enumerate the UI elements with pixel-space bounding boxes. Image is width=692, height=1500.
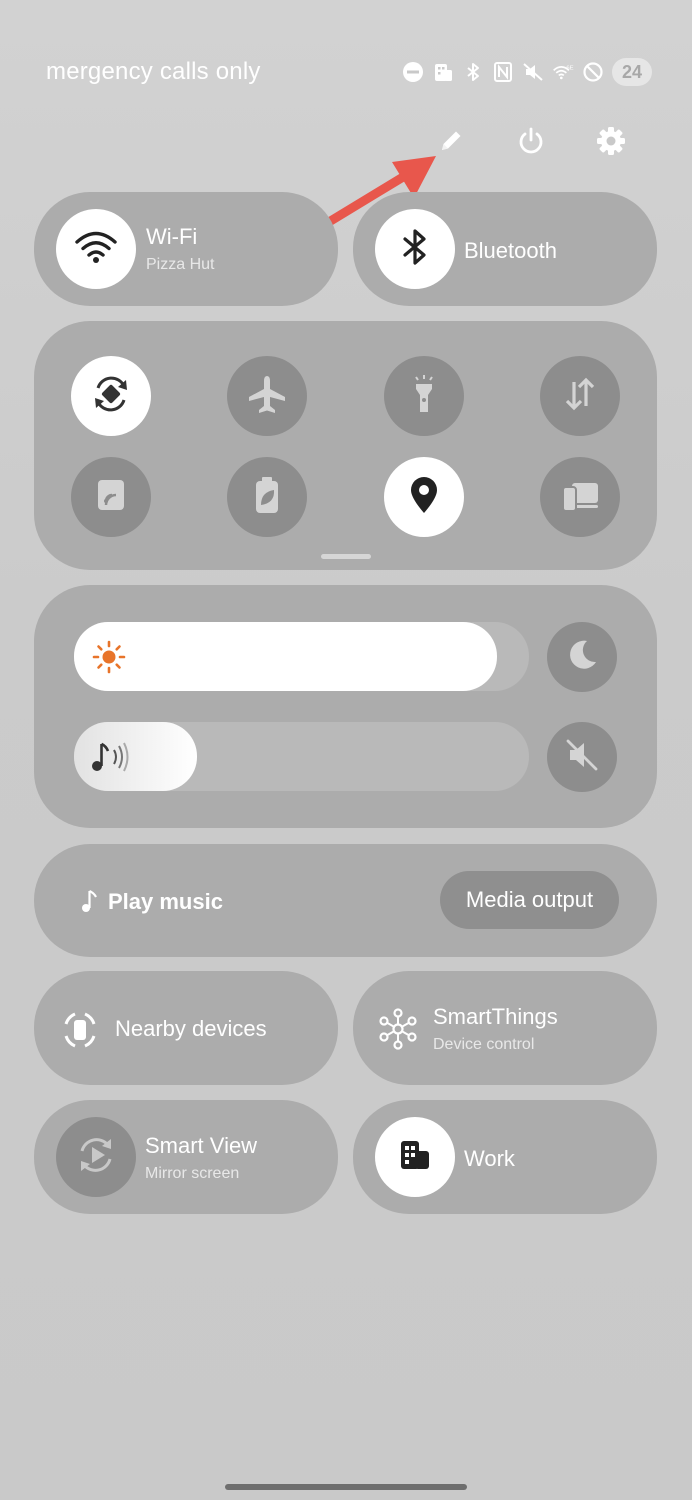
media-output-button[interactable]: Media output xyxy=(440,871,619,929)
wifi-network-name: Pizza Hut xyxy=(146,256,215,273)
speaker-muted-icon xyxy=(564,737,600,778)
dnd-icon xyxy=(402,61,424,83)
work-profile-icon xyxy=(432,61,454,83)
work-title: Work xyxy=(464,1146,515,1171)
bluetooth-icon xyxy=(400,227,430,272)
nfc-icon xyxy=(492,61,514,83)
nfc-toggle[interactable] xyxy=(71,457,151,537)
smart-view-title: Smart View xyxy=(145,1133,258,1158)
settings-button[interactable] xyxy=(588,120,634,166)
moon-icon xyxy=(564,637,600,678)
bluetooth-icon xyxy=(462,61,484,83)
power-button[interactable] xyxy=(508,120,554,166)
mobile-data-toggle[interactable] xyxy=(540,356,620,436)
battery-indicator: 24 xyxy=(612,58,652,86)
location-pin-icon xyxy=(402,473,446,522)
bluetooth-title: Bluetooth xyxy=(464,238,557,263)
smartthings-tile[interactable]: SmartThings Device control xyxy=(353,971,657,1085)
media-panel: Play music Media output xyxy=(34,844,657,957)
wifi-icon xyxy=(74,229,118,270)
smart-view-subtitle: Mirror screen xyxy=(145,1165,240,1182)
power-saving-toggle[interactable] xyxy=(227,457,307,537)
night-mode-toggle[interactable] xyxy=(547,622,617,692)
smart-view-tile[interactable]: Smart View Mirror screen xyxy=(34,1100,338,1214)
smart-view-toggle[interactable] xyxy=(56,1117,136,1197)
mute-toggle[interactable] xyxy=(547,722,617,792)
nearby-devices-title: Nearby devices xyxy=(115,1016,267,1041)
auto-rotate-icon xyxy=(89,372,133,421)
settings-gear-icon xyxy=(595,125,627,162)
sliders-panel xyxy=(34,585,657,828)
brightness-slider-fill xyxy=(74,622,497,691)
location-toggle[interactable] xyxy=(384,457,464,537)
volume-note-icon xyxy=(88,738,132,781)
flashlight-icon xyxy=(402,372,446,421)
sun-icon xyxy=(92,640,126,679)
bluetooth-toggle[interactable] xyxy=(375,209,455,289)
smartthings-title: SmartThings xyxy=(433,1004,558,1029)
nearby-devices-icon xyxy=(58,1008,102,1057)
smart-view-icon xyxy=(74,1133,118,1182)
wifi-6e-icon: 6E xyxy=(552,61,574,83)
wifi-toggle[interactable] xyxy=(56,209,136,289)
nearby-devices-tile[interactable]: Nearby devices xyxy=(34,971,338,1085)
mobile-data-icon xyxy=(558,372,602,421)
dex-toggle[interactable] xyxy=(540,457,620,537)
mute-icon xyxy=(522,61,544,83)
power-icon xyxy=(515,125,547,162)
music-note-icon xyxy=(80,888,100,919)
status-icons: 6E 24 xyxy=(402,58,652,86)
airplane-icon xyxy=(245,372,289,421)
svg-text:6E: 6E xyxy=(566,65,573,71)
gesture-navigation-bar[interactable] xyxy=(225,1484,467,1490)
wifi-title: Wi-Fi xyxy=(146,224,198,249)
wifi-tile[interactable]: Wi-Fi Pizza Hut xyxy=(34,192,338,306)
dex-devices-icon xyxy=(558,473,602,522)
smartthings-subtitle: Device control xyxy=(433,1036,535,1053)
play-music-button[interactable]: Play music xyxy=(108,889,223,915)
quick-toggles-panel xyxy=(34,321,657,570)
auto-rotate-toggle[interactable] xyxy=(71,356,151,436)
data-saver-icon xyxy=(582,61,604,83)
bluetooth-tile[interactable]: Bluetooth xyxy=(353,192,657,306)
airplane-mode-toggle[interactable] xyxy=(227,356,307,436)
volume-slider[interactable] xyxy=(74,722,529,791)
work-building-icon xyxy=(395,1135,435,1180)
flashlight-toggle[interactable] xyxy=(384,356,464,436)
work-tile[interactable]: Work xyxy=(353,1100,657,1214)
smartthings-icon xyxy=(377,1008,419,1055)
carrier-status-text: mergency calls only xyxy=(46,58,261,85)
power-saving-leaf-icon xyxy=(245,473,289,522)
expand-handle[interactable] xyxy=(321,554,371,559)
work-toggle[interactable] xyxy=(375,1117,455,1197)
nfc-tile-icon xyxy=(89,473,133,522)
brightness-slider[interactable] xyxy=(74,622,529,691)
